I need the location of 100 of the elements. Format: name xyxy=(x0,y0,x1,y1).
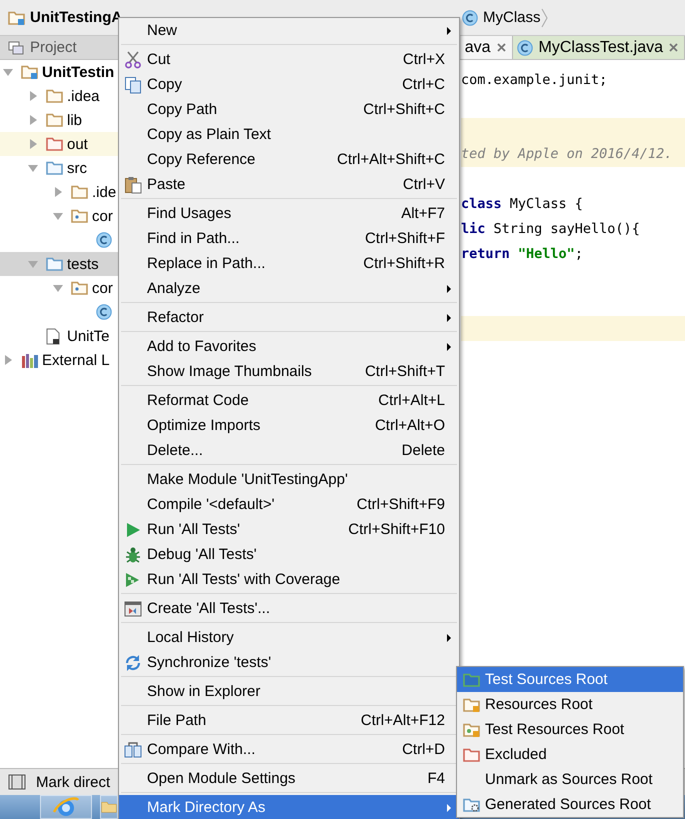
status-text: Mark direct xyxy=(36,774,110,790)
menu-item[interactable]: Show Image Thumbnails Ctrl+Shift+T xyxy=(119,359,459,384)
menu-item[interactable]: Find in Path... Ctrl+Shift+F xyxy=(119,226,459,251)
shortcut-text: Ctrl+Alt+O xyxy=(374,417,446,434)
close-icon[interactable] xyxy=(496,43,506,52)
file-icon xyxy=(46,328,60,344)
editor-tab[interactable]: MyClassTest.java xyxy=(512,36,685,59)
menu-item[interactable]: Show in Explorer xyxy=(119,679,459,704)
shortcut-text: Ctrl+Shift+F10 xyxy=(347,521,446,538)
library-icon xyxy=(21,352,39,368)
collapsed-arrow-icon[interactable] xyxy=(3,355,13,365)
browser-taskbar-icon[interactable] xyxy=(40,795,92,819)
code-line: com.example.junit; xyxy=(461,71,608,90)
package-icon xyxy=(71,281,88,295)
shortcut-text: Ctrl+Shift+F9 xyxy=(356,496,446,513)
menu-item[interactable]: Local History xyxy=(119,625,459,650)
shortcut-text: Ctrl+Shift+T xyxy=(364,363,446,380)
folder-icon xyxy=(46,113,63,127)
scissors-icon xyxy=(124,50,142,68)
shortcut-text: Delete xyxy=(400,442,446,459)
menu-item[interactable]: Mark Directory As xyxy=(119,795,459,819)
menu-item[interactable]: Test Resources Root xyxy=(457,717,683,742)
menu-item[interactable]: Run 'All Tests' with Coverage xyxy=(119,567,459,592)
expanded-arrow-icon[interactable] xyxy=(3,67,13,77)
collapsed-arrow-icon[interactable] xyxy=(28,91,38,101)
folder-icon xyxy=(46,89,63,103)
expanded-arrow-icon[interactable] xyxy=(53,283,63,293)
menu-item[interactable]: Copy Reference Ctrl+Alt+Shift+C xyxy=(119,147,459,172)
menu-item[interactable]: Add to Favorites xyxy=(119,334,459,359)
compare-icon xyxy=(124,742,142,758)
menu-item[interactable]: Analyze xyxy=(119,276,459,301)
tree-item[interactable]: out xyxy=(0,132,118,156)
folder-icon xyxy=(462,672,480,686)
code-line: class MyClass { xyxy=(461,194,584,214)
module-icon xyxy=(21,65,38,79)
breadcrumb-item[interactable]: MyClass xyxy=(462,6,541,28)
menu-item[interactable]: Compile '<default>' Ctrl+Shift+F9 xyxy=(119,492,459,517)
shortcut-text: Ctrl+Alt+L xyxy=(377,392,446,409)
collapsed-arrow-icon[interactable] xyxy=(28,115,38,125)
menu-item[interactable]: Excluded xyxy=(457,742,683,767)
tree-item[interactable]: UnitTe xyxy=(0,324,118,348)
bug-icon xyxy=(124,546,142,564)
menu-item[interactable]: Unmark as Sources Root xyxy=(457,767,683,792)
menu-item[interactable]: Paste Ctrl+V xyxy=(119,172,459,197)
menu-item[interactable]: Refactor xyxy=(119,305,459,330)
class-icon xyxy=(462,10,478,26)
editor-tab[interactable]: ava xyxy=(460,36,513,59)
menu-item[interactable]: Copy Path Ctrl+Shift+C xyxy=(119,97,459,122)
class-icon xyxy=(96,232,112,248)
menu-item[interactable]: Optimize Imports Ctrl+Alt+O xyxy=(119,413,459,438)
module-icon xyxy=(8,10,25,24)
menu-item[interactable]: Make Module 'UnitTestingApp' xyxy=(119,467,459,492)
tree-item[interactable]: External L xyxy=(0,348,118,372)
package-icon xyxy=(71,209,88,223)
shortcut-text: Ctrl+Alt+Shift+C xyxy=(336,151,446,168)
menu-item[interactable]: Synchronize 'tests' xyxy=(119,650,459,675)
menu-item[interactable]: Copy as Plain Text xyxy=(119,122,459,147)
class-icon xyxy=(516,40,533,56)
collapsed-arrow-icon[interactable] xyxy=(53,187,63,197)
menu-item[interactable]: Open Module Settings F4 xyxy=(119,766,459,791)
tree-item[interactable]: .idea xyxy=(0,84,118,108)
test-config-icon xyxy=(124,600,142,616)
folder-icon xyxy=(46,161,63,175)
run-icon xyxy=(125,522,141,538)
menu-item[interactable]: Compare With... Ctrl+D xyxy=(119,737,459,762)
tree-item[interactable]: tests xyxy=(0,252,118,276)
sync-icon xyxy=(124,654,142,672)
close-icon[interactable] xyxy=(669,43,678,52)
shortcut-text: Alt+F7 xyxy=(400,205,446,222)
shortcut-text: Ctrl+Alt+F12 xyxy=(360,712,446,729)
folder-icon xyxy=(46,137,63,151)
menu-item[interactable]: Reformat Code Ctrl+Alt+L xyxy=(119,388,459,413)
expanded-arrow-icon[interactable] xyxy=(28,163,38,173)
menu-item[interactable]: Cut Ctrl+X xyxy=(119,47,459,72)
menu-item[interactable]: Replace in Path... Ctrl+Shift+R xyxy=(119,251,459,276)
tree-item[interactable]: cor xyxy=(0,276,118,300)
tool-window-header[interactable]: Project xyxy=(0,36,118,59)
expanded-arrow-icon[interactable] xyxy=(28,259,38,269)
menu-item[interactable]: Run 'All Tests' Ctrl+Shift+F10 xyxy=(119,517,459,542)
menu-item[interactable]: File Path Ctrl+Alt+F12 xyxy=(119,708,459,733)
generated-folder-icon xyxy=(462,798,480,812)
menu-item[interactable]: Copy Ctrl+C xyxy=(119,72,459,97)
expanded-arrow-icon[interactable] xyxy=(53,211,63,221)
resources-folder-icon xyxy=(462,698,480,712)
folder-icon xyxy=(46,257,63,271)
tree-item[interactable]: lib xyxy=(0,108,118,132)
menu-item[interactable]: Find Usages Alt+F7 xyxy=(119,201,459,226)
tree-item[interactable]: cor xyxy=(0,204,118,228)
menu-item[interactable]: Generated Sources Root xyxy=(457,792,683,817)
menu-item[interactable]: Delete... Delete xyxy=(119,438,459,463)
menu-item[interactable]: Create 'All Tests'... xyxy=(119,596,459,621)
collapsed-arrow-icon[interactable] xyxy=(28,139,38,149)
folder-taskbar-icon[interactable] xyxy=(100,795,118,819)
menu-item[interactable]: Debug 'All Tests' xyxy=(119,542,459,567)
menu-item[interactable]: Test Sources Root xyxy=(457,667,683,692)
folder-icon xyxy=(462,748,480,762)
menu-item[interactable]: Resources Root xyxy=(457,692,683,717)
tree-item[interactable]: .ide xyxy=(0,180,118,204)
tree-item[interactable]: UnitTestin xyxy=(0,60,118,84)
tree-item[interactable]: src xyxy=(0,156,118,180)
